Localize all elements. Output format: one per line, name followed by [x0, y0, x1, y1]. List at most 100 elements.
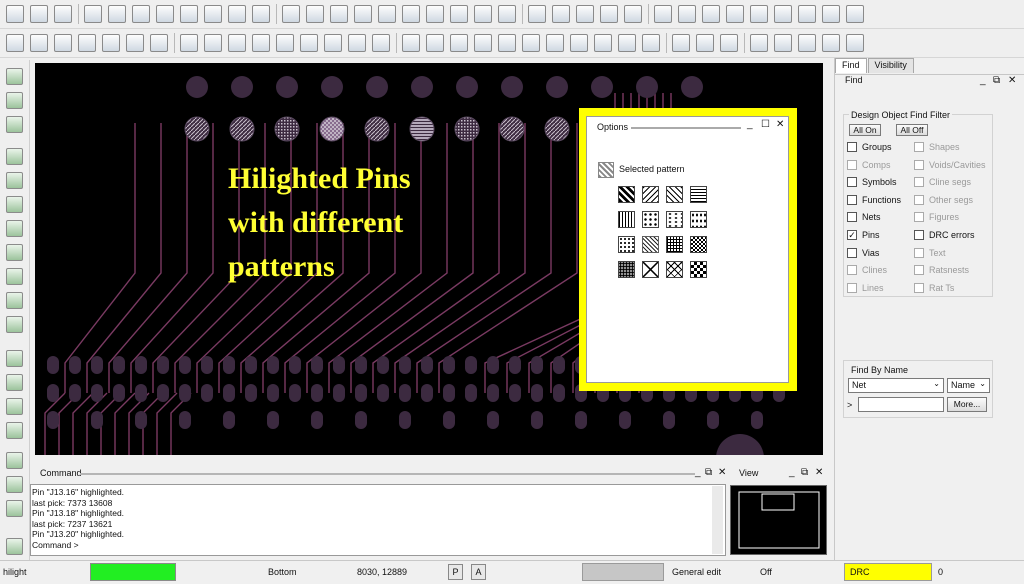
- zoom-fit-icon[interactable]: [306, 5, 324, 23]
- minimize-icon[interactable]: _: [747, 119, 753, 130]
- world-view-map[interactable]: [730, 485, 827, 555]
- delete-icon[interactable]: [132, 5, 150, 23]
- tab-visibility[interactable]: Visibility: [867, 58, 914, 73]
- open-icon[interactable]: [30, 5, 48, 23]
- hilight-icon[interactable]: [846, 5, 864, 23]
- barcode-icon[interactable]: [546, 34, 564, 52]
- close-icon[interactable]: ✕: [1008, 75, 1016, 86]
- pattern-swatch-p10[interactable]: [642, 236, 659, 253]
- library-icon[interactable]: [474, 34, 492, 52]
- zoom-world-icon[interactable]: [378, 5, 396, 23]
- info-icon[interactable]: [654, 5, 672, 23]
- logo-icon[interactable]: [570, 34, 588, 52]
- gloss-icon[interactable]: [6, 268, 23, 285]
- board-outline-icon[interactable]: [6, 116, 23, 133]
- delay-tune-icon[interactable]: [6, 196, 23, 213]
- status-drc-indicator[interactable]: DRC: [844, 563, 932, 581]
- void-icon[interactable]: [324, 34, 342, 52]
- move-point-icon[interactable]: [252, 34, 270, 52]
- view-3d-icon[interactable]: [474, 5, 492, 23]
- pattern-swatch-p4[interactable]: [690, 186, 707, 203]
- add-part-icon[interactable]: [6, 68, 23, 85]
- circle-icon[interactable]: [204, 34, 222, 52]
- hourglass-icon[interactable]: [822, 5, 840, 23]
- text-icon[interactable]: [498, 34, 516, 52]
- export-icon[interactable]: [846, 34, 864, 52]
- filter-pins-checkbox[interactable]: ✓ Pins: [847, 230, 880, 240]
- dropdown-icon[interactable]: [204, 5, 222, 23]
- pick-mode-button[interactable]: P: [448, 564, 463, 580]
- restore-icon[interactable]: ⧉: [993, 75, 1000, 86]
- grid-dots-icon[interactable]: [642, 34, 660, 52]
- command-prompt[interactable]: Command >: [32, 540, 724, 551]
- filter-symbols-checkbox[interactable]: Symbols: [847, 177, 897, 188]
- bars-icon[interactable]: [798, 5, 816, 23]
- add-line-icon[interactable]: [6, 374, 23, 391]
- pattern-swatch-p2[interactable]: [642, 186, 659, 203]
- close-icon[interactable]: ✕: [815, 467, 823, 478]
- add-text-icon[interactable]: [6, 422, 23, 439]
- redo-icon[interactable]: [180, 5, 198, 23]
- save-icon[interactable]: [54, 5, 72, 23]
- net-icon[interactable]: [720, 34, 738, 52]
- flip-icon[interactable]: [498, 5, 516, 23]
- new-icon[interactable]: [6, 5, 24, 23]
- filter-nets-checkbox[interactable]: Nets: [847, 212, 881, 223]
- pattern-swatch-p7[interactable]: [666, 211, 683, 228]
- close-icon[interactable]: ✕: [718, 467, 726, 478]
- bus-route-icon[interactable]: [6, 500, 23, 517]
- cut-icon[interactable]: [750, 34, 768, 52]
- via-icon[interactable]: [78, 34, 96, 52]
- layer-icon[interactable]: [30, 34, 48, 52]
- add-rect-icon[interactable]: [6, 398, 23, 415]
- select-icon[interactable]: [228, 34, 246, 52]
- minimize-icon[interactable]: _: [789, 467, 795, 478]
- pattern-swatch-p5[interactable]: [618, 211, 635, 228]
- command-scrollbar[interactable]: [712, 486, 723, 554]
- dimension-icon[interactable]: [372, 34, 390, 52]
- pattern-swatch-p11[interactable]: [666, 236, 683, 253]
- pattern-swatch-p8[interactable]: [690, 211, 707, 228]
- arc-icon[interactable]: [276, 34, 294, 52]
- dehilight-icon[interactable]: [600, 5, 618, 23]
- slide-icon[interactable]: [6, 172, 23, 189]
- bundle-icon[interactable]: [6, 538, 23, 555]
- property-icon[interactable]: [678, 5, 696, 23]
- measure-h-icon[interactable]: [402, 34, 420, 52]
- more-button[interactable]: More...: [947, 397, 987, 412]
- sparkle-icon[interactable]: [774, 5, 792, 23]
- refresh-icon[interactable]: [450, 5, 468, 23]
- swap-icon[interactable]: [798, 34, 816, 52]
- object-type-select[interactable]: Net ⌄: [848, 378, 944, 393]
- trace-icon[interactable]: [594, 34, 612, 52]
- sun-icon[interactable]: [750, 5, 768, 23]
- measure-icon[interactable]: [702, 5, 720, 23]
- grid-icon[interactable]: [282, 5, 300, 23]
- design-canvas[interactable]: Hilighted Pins with different patterns O…: [35, 63, 823, 455]
- copy-icon[interactable]: [108, 5, 126, 23]
- restore-icon[interactable]: ⧉: [801, 467, 808, 478]
- measure-v-icon[interactable]: [426, 34, 444, 52]
- zoom-window-icon[interactable]: [402, 5, 420, 23]
- custom-smooth-icon[interactable]: [6, 244, 23, 261]
- move-icon[interactable]: [84, 5, 102, 23]
- diff-pair-icon[interactable]: [6, 476, 23, 493]
- route-check-icon[interactable]: [6, 350, 23, 367]
- all-off-button[interactable]: All Off: [896, 124, 928, 136]
- auto-route-icon[interactable]: [6, 316, 23, 333]
- pattern-swatch-p9[interactable]: [618, 236, 635, 253]
- filter-functions-checkbox[interactable]: Functions: [847, 194, 901, 205]
- analysis-icon[interactable]: [672, 34, 690, 52]
- shape-add-icon[interactable]: [126, 34, 144, 52]
- zoom-out-icon[interactable]: [354, 5, 372, 23]
- rect-icon[interactable]: [180, 34, 198, 52]
- absolute-mode-button[interactable]: A: [471, 564, 486, 580]
- undo-icon[interactable]: [156, 5, 174, 23]
- pattern-swatch-p12[interactable]: [690, 236, 707, 253]
- group-icon[interactable]: [54, 34, 72, 52]
- pin-tool-icon[interactable]: [252, 5, 270, 23]
- name-mode-select[interactable]: Name ⌄: [947, 378, 990, 393]
- maximize-icon[interactable]: ☐: [761, 119, 770, 130]
- options-grip[interactable]: [631, 127, 741, 129]
- close-icon[interactable]: ✕: [776, 119, 784, 130]
